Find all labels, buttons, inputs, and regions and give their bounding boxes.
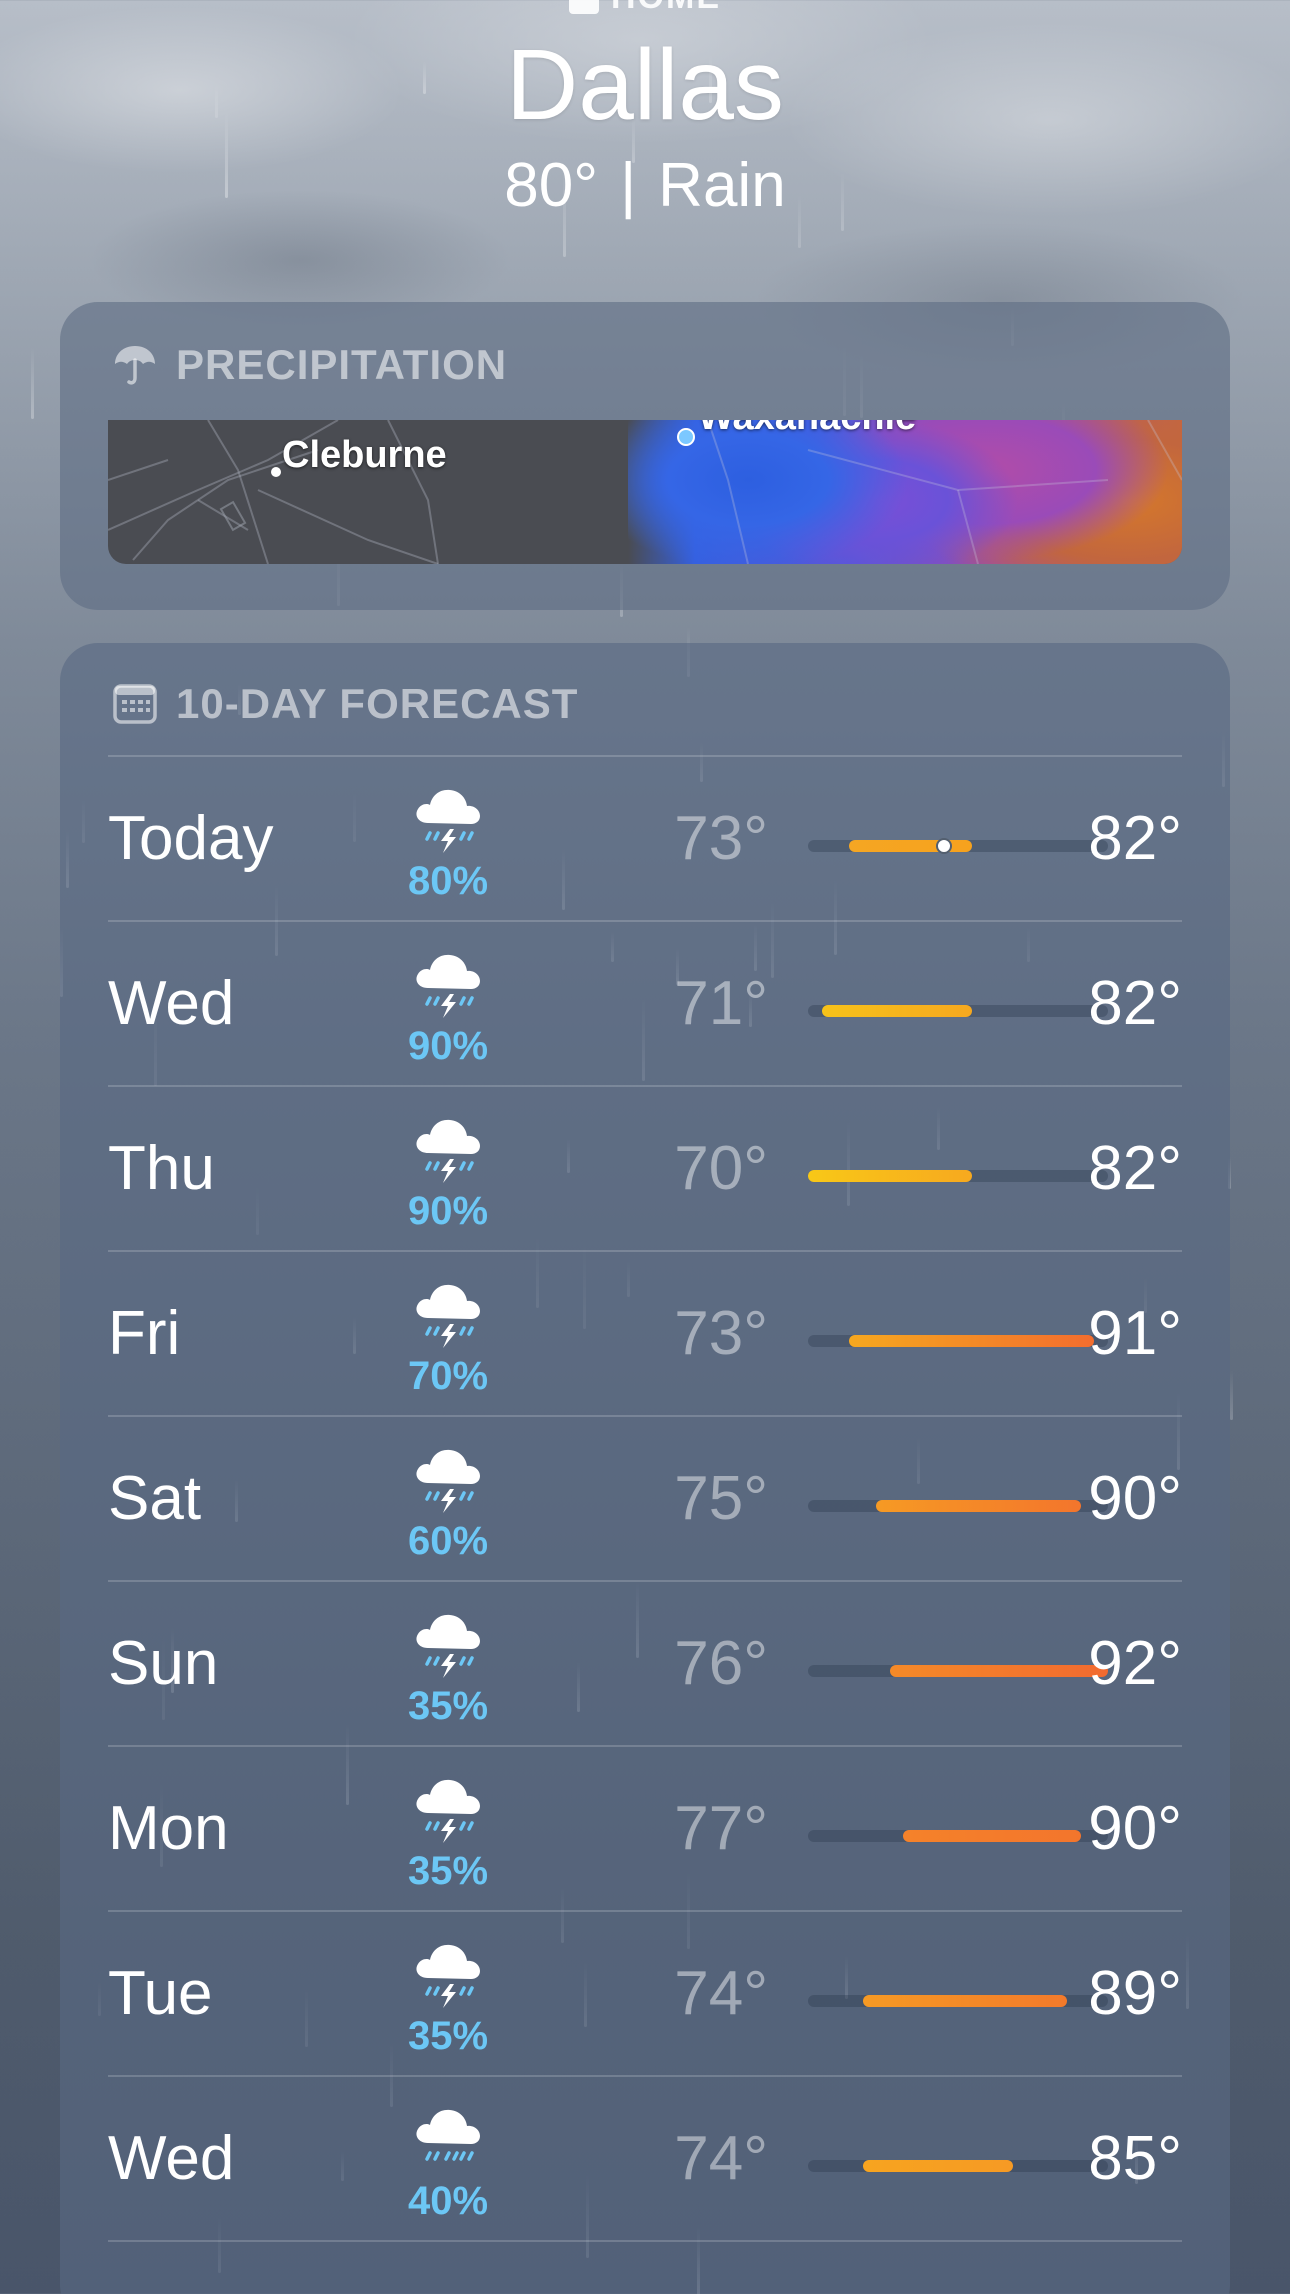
high-temperature: 82° — [1088, 1134, 1182, 1203]
high-temperature: 82° — [1088, 804, 1182, 873]
precip-chance: 90% — [407, 1189, 489, 1233]
forecast-row[interactable]: Tue 35% 74° 89° — [108, 1916, 1182, 2080]
forecast-day: Today — [108, 804, 274, 873]
low-temperature: 75° — [674, 1464, 768, 1533]
low-temperature: 73° — [674, 804, 768, 873]
forecast-row[interactable]: Sat 60% 75° 90° — [108, 1421, 1182, 1585]
row-divider — [108, 755, 1182, 757]
home-location-tag: HOME — [0, 0, 1290, 17]
home-label: HOME — [611, 0, 721, 16]
temperature-range-fill — [862, 1995, 1068, 2007]
row-divider — [108, 920, 1182, 922]
map-roads-overlay — [707, 420, 1182, 564]
high-temperature: 92° — [1088, 1629, 1182, 1698]
forecast-day: Sun — [108, 1629, 219, 1698]
ten-day-forecast-card: 10-DAY FORECAST Today 80% 73° 82° Wed 90% 71° 8… — [60, 643, 1230, 2294]
umbrella-icon — [112, 342, 158, 388]
current-temperature: 80° — [504, 151, 599, 220]
precip-chance: 70% — [407, 1354, 489, 1398]
forecast-day: Fri — [108, 1299, 181, 1368]
temperature-range-fill — [848, 840, 972, 852]
map-label-cleburne: Cleburne — [282, 434, 447, 476]
thunderstorm-icon — [408, 1604, 488, 1684]
high-temperature: 85° — [1088, 2124, 1182, 2193]
row-divider — [108, 2240, 1182, 2242]
precip-chance: 90% — [407, 1024, 489, 1068]
forecast-day: Wed — [108, 969, 235, 1038]
temperature-range-fill — [862, 2160, 1013, 2172]
low-temperature: 76° — [674, 1629, 768, 1698]
row-divider — [108, 1415, 1182, 1417]
precipitation-title: PRECIPITATION — [112, 340, 507, 390]
city-name: Dallas — [506, 29, 784, 141]
forecast-day: Sat — [108, 1464, 202, 1533]
forecast-row[interactable]: Wed 40% 74° 85° — [108, 2081, 1182, 2245]
precip-chance: 40% — [407, 2179, 489, 2223]
forecast-title: 10-DAY FORECAST — [112, 679, 578, 729]
forecast-day: Wed — [108, 2124, 235, 2193]
thunderstorm-icon — [408, 1439, 488, 1519]
row-divider — [108, 1250, 1182, 1252]
forecast-row[interactable]: Wed 90% 71° 82° — [108, 926, 1182, 1090]
forecast-day: Tue — [108, 1959, 213, 2028]
current-condition: Rain — [658, 151, 786, 220]
temperature-range-fill — [876, 1500, 1081, 1512]
precip-chance: 35% — [407, 1684, 489, 1728]
high-temperature: 90° — [1088, 1794, 1182, 1863]
rain-icon — [408, 2099, 488, 2179]
row-divider — [108, 1745, 1182, 1747]
low-temperature: 73° — [674, 1299, 768, 1368]
low-temperature: 74° — [674, 2124, 768, 2193]
low-temperature: 70° — [674, 1134, 768, 1203]
row-divider — [108, 2075, 1182, 2077]
cleburne-dot — [271, 467, 281, 477]
thunderstorm-icon — [408, 1934, 488, 2014]
temperature-range-fill — [821, 1005, 972, 1017]
precip-chance: 35% — [407, 2014, 489, 2058]
forecast-row[interactable]: Sun 35% 76° 92° — [108, 1586, 1182, 1750]
high-temperature: 82° — [1088, 969, 1182, 1038]
precip-chance: 35% — [407, 1849, 489, 1893]
thunderstorm-icon — [408, 944, 488, 1024]
precipitation-map[interactable]: Cleburne Waxahachie — [108, 420, 1182, 564]
row-divider — [108, 1580, 1182, 1582]
thunderstorm-icon — [408, 1109, 488, 1189]
calendar-icon — [112, 681, 158, 727]
forecast-row[interactable]: Today 80% 73° 82° — [108, 761, 1182, 925]
low-temperature: 77° — [674, 1794, 768, 1863]
raindrop — [1230, 1370, 1233, 1420]
map-label-waxahachie: Waxahachie — [698, 420, 916, 439]
high-temperature: 89° — [1088, 1959, 1182, 2028]
thunderstorm-icon — [408, 1769, 488, 1849]
high-temperature: 90° — [1088, 1464, 1182, 1533]
forecast-row[interactable]: Thu 90% 70° 82° — [108, 1091, 1182, 1255]
waxahachie-dot — [677, 428, 695, 446]
thunderstorm-icon — [408, 779, 488, 859]
conditions-separator: | — [620, 151, 637, 220]
low-temperature: 71° — [674, 969, 768, 1038]
current-conditions: 80° | Rain — [0, 150, 1290, 221]
temperature-range-fill — [808, 1170, 972, 1182]
forecast-row[interactable]: Fri 70% 73° 91° — [108, 1256, 1182, 1420]
thunderstorm-icon — [408, 1274, 488, 1354]
forecast-day: Mon — [108, 1794, 229, 1863]
precip-chance: 60% — [407, 1519, 489, 1563]
forecast-day: Thu — [108, 1134, 215, 1203]
precipitation-title-text: PRECIPITATION — [176, 341, 508, 388]
precipitation-card[interactable]: PRECIPITATION Cleburne — [60, 302, 1230, 610]
high-temperature: 91° — [1088, 1299, 1182, 1368]
precip-chance: 80% — [407, 859, 489, 903]
forecast-title-text: 10-DAY FORECAST — [176, 680, 579, 727]
low-temperature: 74° — [674, 1959, 768, 2028]
row-divider — [108, 1910, 1182, 1912]
home-icon — [569, 0, 599, 15]
row-divider — [108, 1085, 1182, 1087]
forecast-row[interactable]: Mon 35% 77° 90° — [108, 1751, 1182, 1915]
